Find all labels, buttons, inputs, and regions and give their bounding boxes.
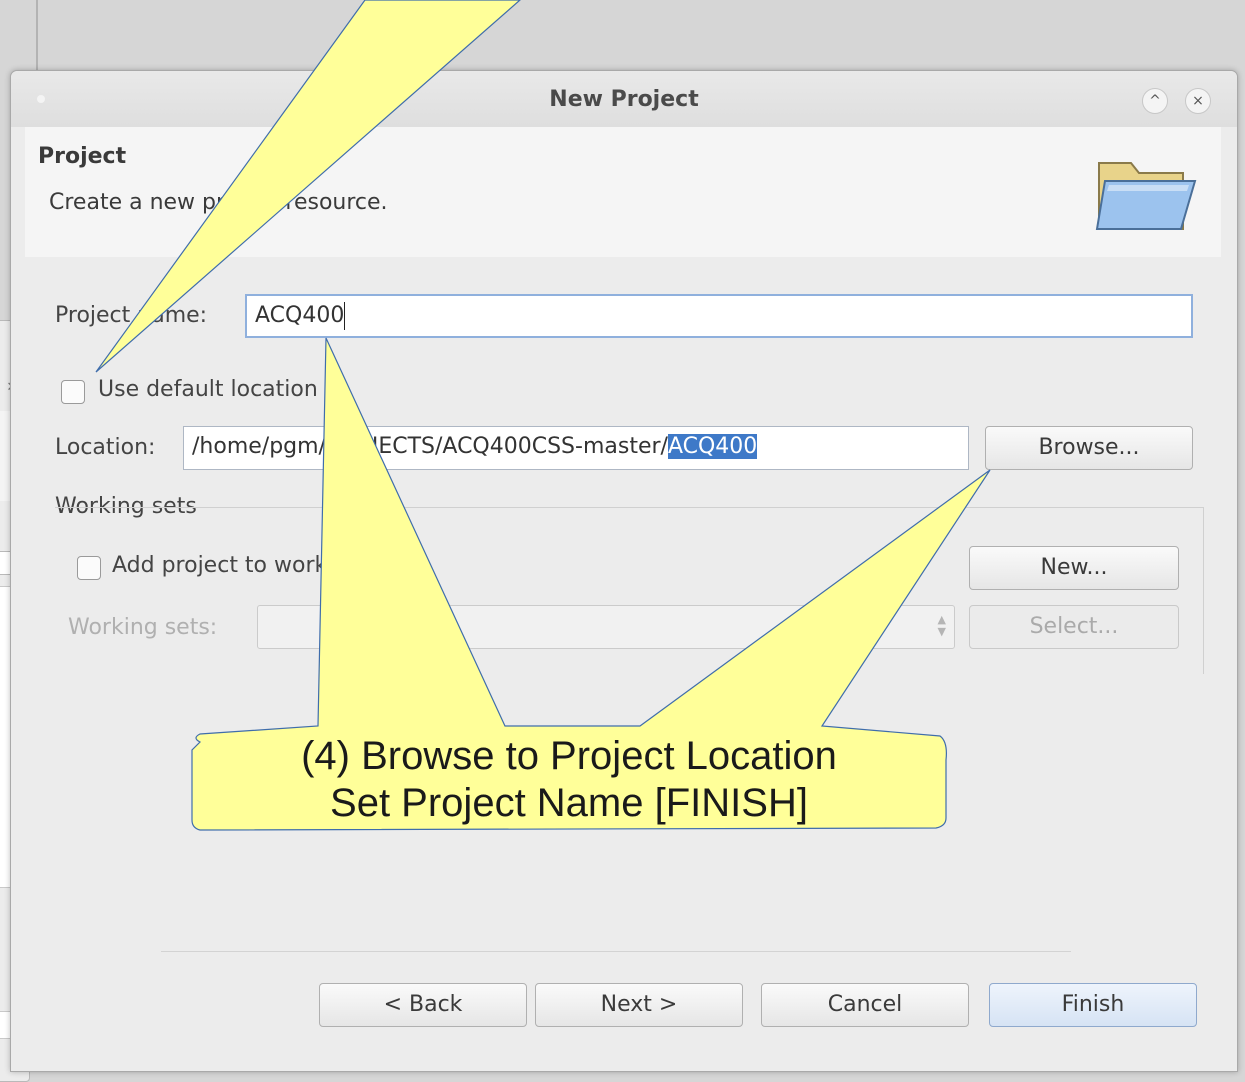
- callout-line-2: Set Project Name [FINISH]: [330, 781, 808, 825]
- callout-overlay: [95, 0, 991, 831]
- callout-text: (4) Browse to Project Location Set Proje…: [192, 733, 946, 827]
- callout-pointer-top: [95, 0, 521, 373]
- callout-line-1: (4) Browse to Project Location: [301, 734, 837, 778]
